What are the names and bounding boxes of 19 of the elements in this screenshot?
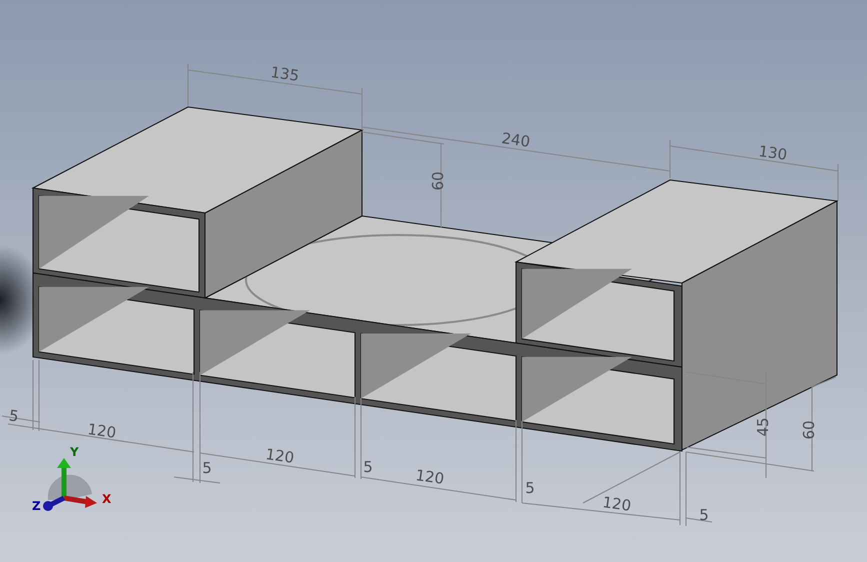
dimension-value: 45 [754, 417, 772, 437]
dimension-value: 5 [363, 458, 373, 476]
axis-label: Y [70, 445, 79, 459]
dimension-value: 60 [800, 420, 818, 440]
dimension-value: 120 [264, 445, 296, 467]
axis-label: X [102, 492, 112, 506]
dimension-value: 135 [269, 63, 300, 85]
dimension-value: 130 [757, 142, 788, 164]
dimension-value: 5 [699, 506, 709, 524]
axis-triad-icon [43, 458, 97, 511]
dimension-value: 120 [414, 466, 446, 488]
axis-label: Z [32, 499, 41, 513]
dimension-value: 60 [429, 171, 447, 191]
dimension-value: 5 [8, 406, 20, 426]
dimension-value: 5 [525, 479, 535, 497]
dimension-value: 240 [500, 129, 532, 151]
dimension-value: 120 [86, 420, 118, 442]
dimension-value: 5 [202, 459, 212, 477]
dimension-value: 120 [601, 493, 632, 515]
